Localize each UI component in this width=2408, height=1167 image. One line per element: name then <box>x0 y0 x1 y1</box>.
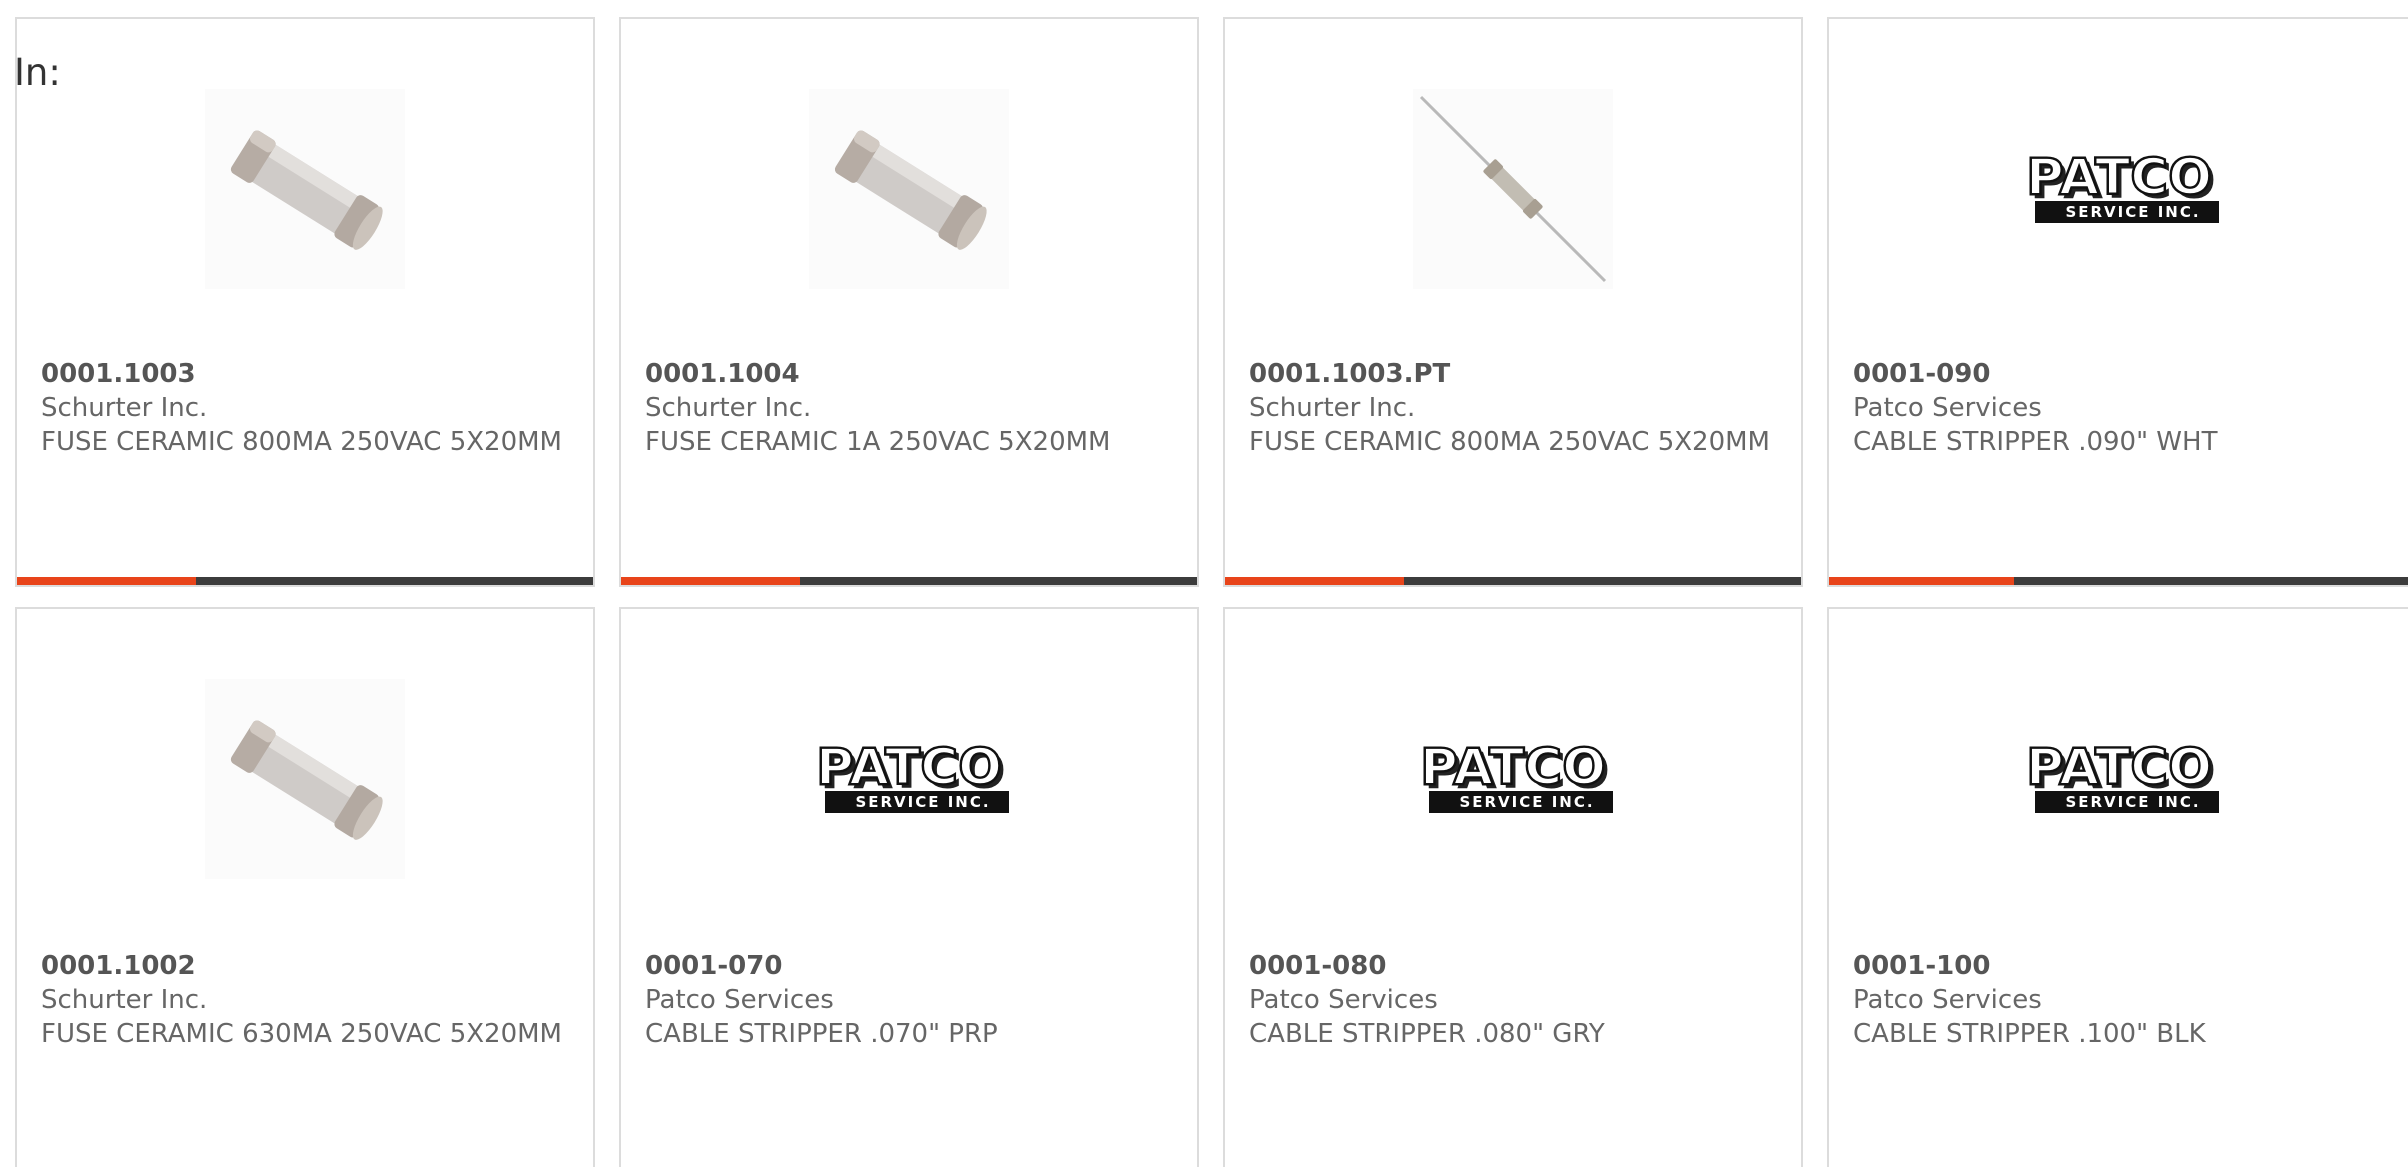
progress-fill <box>1225 577 1404 585</box>
product-image[interactable]: PATCO PATCO SERVICE INC. <box>809 679 1009 879</box>
product-card[interactable]: PATCO PATCO SERVICE INC. 0001-090 Patco … <box>1827 17 2408 587</box>
product-image[interactable] <box>205 89 405 289</box>
part-number-link[interactable]: 0001-100 <box>1853 949 2405 983</box>
product-card[interactable]: PATCO PATCO SERVICE INC. 0001-100 Patco … <box>1827 607 2408 1167</box>
svg-text:SERVICE INC.: SERVICE INC. <box>2065 203 2200 221</box>
progress-fill <box>621 577 800 585</box>
product-image[interactable] <box>1413 89 1613 289</box>
progress-fill <box>1829 577 2014 585</box>
product-info: 0001.1003 Schurter Inc. FUSE CERAMIC 800… <box>41 357 573 459</box>
product-description: CABLE STRIPPER .070" PRP <box>645 1019 998 1049</box>
product-description: FUSE CERAMIC 630MA 250VAC 5X20MM <box>41 1019 562 1049</box>
patco-logo: PATCO PATCO SERVICE INC. <box>1413 739 1613 819</box>
manufacturer-name: Patco Services <box>1853 985 2042 1015</box>
manufacturer-name: Schurter Inc. <box>41 393 208 423</box>
svg-text:SERVICE INC.: SERVICE INC. <box>855 793 990 811</box>
part-number-link[interactable]: 0001-080 <box>1249 949 1781 983</box>
manufacturer-name: Schurter Inc. <box>645 393 812 423</box>
product-card[interactable]: PATCO PATCO SERVICE INC. 0001-080 Patco … <box>1223 607 1803 1167</box>
product-info: 0001-090 Patco Services CABLE STRIPPER .… <box>1853 357 2405 459</box>
patco-logo: PATCO PATCO SERVICE INC. <box>2019 149 2219 229</box>
manufacturer-name: Patco Services <box>1249 985 1438 1015</box>
product-card[interactable]: 0001.1003.PT Schurter Inc. FUSE CERAMIC … <box>1223 17 1803 587</box>
axial-fuse-icon <box>1413 89 1613 289</box>
manufacturer-name: Schurter Inc. <box>41 985 208 1015</box>
product-description: FUSE CERAMIC 1A 250VAC 5X20MM <box>645 427 1111 457</box>
product-card[interactable]: 0001.1002 Schurter Inc. FUSE CERAMIC 630… <box>15 607 595 1167</box>
progress-bar <box>621 577 1197 585</box>
manufacturer-name: Patco Services <box>1853 393 2042 423</box>
ceramic-fuse-icon <box>809 89 1009 289</box>
product-image[interactable]: PATCO PATCO SERVICE INC. <box>1413 679 1613 879</box>
product-card[interactable]: 0001.1003 Schurter Inc. FUSE CERAMIC 800… <box>15 17 595 587</box>
manufacturer-name: Schurter Inc. <box>1249 393 1416 423</box>
part-number-link[interactable]: 0001-070 <box>645 949 1177 983</box>
svg-text:PATCO: PATCO <box>816 739 1002 796</box>
patco-logo: PATCO PATCO SERVICE INC. <box>2019 739 2219 819</box>
product-info: 0001-100 Patco Services CABLE STRIPPER .… <box>1853 949 2405 1051</box>
ceramic-fuse-icon <box>205 89 405 289</box>
product-info: 0001.1002 Schurter Inc. FUSE CERAMIC 630… <box>41 949 573 1051</box>
in-label: In: <box>14 51 61 94</box>
product-description: CABLE STRIPPER .080" GRY <box>1249 1019 1605 1049</box>
svg-text:PATCO: PATCO <box>2026 739 2212 796</box>
product-info: 0001.1003.PT Schurter Inc. FUSE CERAMIC … <box>1249 357 1781 459</box>
product-image[interactable]: PATCO PATCO SERVICE INC. <box>2019 89 2219 289</box>
product-image[interactable]: PATCO PATCO SERVICE INC. <box>2019 679 2219 879</box>
patco-logo: PATCO PATCO SERVICE INC. <box>809 739 1009 819</box>
product-info: 0001.1004 Schurter Inc. FUSE CERAMIC 1A … <box>645 357 1177 459</box>
svg-text:SERVICE INC.: SERVICE INC. <box>2065 793 2200 811</box>
product-description: CABLE STRIPPER .090" WHT <box>1853 427 2218 457</box>
product-card[interactable]: PATCO PATCO SERVICE INC. 0001-070 Patco … <box>619 607 1199 1167</box>
ceramic-fuse-icon <box>205 679 405 879</box>
product-image[interactable] <box>205 679 405 879</box>
product-info: 0001-080 Patco Services CABLE STRIPPER .… <box>1249 949 1781 1051</box>
product-description: CABLE STRIPPER .100" BLK <box>1853 1019 2206 1049</box>
progress-bar <box>1829 577 2408 585</box>
progress-fill <box>17 577 196 585</box>
product-description: FUSE CERAMIC 800MA 250VAC 5X20MM <box>41 427 562 457</box>
product-info: 0001-070 Patco Services CABLE STRIPPER .… <box>645 949 1177 1051</box>
product-description: FUSE CERAMIC 800MA 250VAC 5X20MM <box>1249 427 1770 457</box>
svg-text:PATCO: PATCO <box>1420 739 1606 796</box>
part-number-link[interactable]: 0001.1003.PT <box>1249 357 1781 391</box>
part-number-link[interactable]: 0001.1004 <box>645 357 1177 391</box>
progress-bar <box>17 577 593 585</box>
part-number-link[interactable]: 0001.1003 <box>41 357 573 391</box>
product-grid-page: In: 0001.1003 Schurter Inc. FUSE CERAMIC… <box>0 0 2408 1167</box>
manufacturer-name: Patco Services <box>645 985 834 1015</box>
progress-bar <box>1225 577 1801 585</box>
svg-text:PATCO: PATCO <box>2026 149 2212 206</box>
part-number-link[interactable]: 0001-090 <box>1853 357 2405 391</box>
product-image[interactable] <box>809 89 1009 289</box>
part-number-link[interactable]: 0001.1002 <box>41 949 573 983</box>
product-card[interactable]: 0001.1004 Schurter Inc. FUSE CERAMIC 1A … <box>619 17 1199 587</box>
svg-text:SERVICE INC.: SERVICE INC. <box>1459 793 1594 811</box>
